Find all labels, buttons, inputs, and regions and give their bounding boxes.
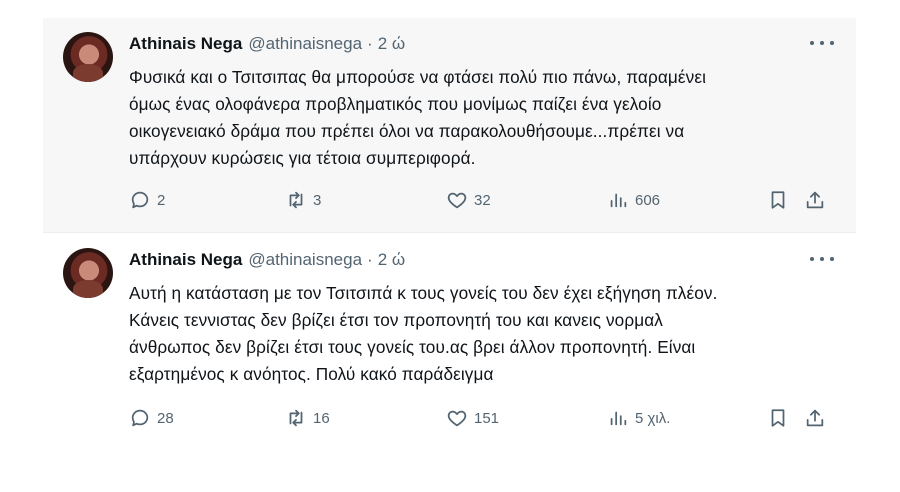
bookmark-icon: [771, 409, 785, 427]
reply-count: 2: [157, 191, 166, 209]
views-button[interactable]: 606: [607, 186, 660, 214]
tweet-text: Φυσικά και ο Τσιτσιπας θα μπορούσε να φτ…: [129, 64, 834, 172]
avatar[interactable]: [63, 248, 113, 298]
repost-button[interactable]: 3: [285, 186, 321, 214]
reply-count: 28: [157, 409, 174, 427]
repost-icon: [289, 409, 303, 427]
reply-button[interactable]: 2: [129, 186, 165, 214]
views-count: 5 χιλ.: [635, 409, 671, 427]
author-handle[interactable]: @athinaisnega: [248, 34, 362, 54]
tweet-text-line: οικογενειακό δράμα που πρέπει όλοι να πα…: [129, 121, 685, 141]
author-handle[interactable]: @athinaisnega: [248, 250, 362, 270]
repost-count: 3: [313, 191, 322, 209]
tweet-actions: 28 16 151 5 χιλ.: [129, 404, 834, 432]
more-icon[interactable]: [810, 34, 834, 52]
author-name[interactable]: Athinais Nega: [129, 250, 242, 270]
tweet-text-line: Φυσικά και ο Τσιτσιπας θα μπορούσε να φτ…: [129, 67, 707, 87]
tweet-text-line: υπάρχουν κυρώσεις για τέτοια συμπεριφορά…: [129, 148, 476, 168]
tweet-timestamp[interactable]: 2 ώ: [378, 250, 405, 270]
like-icon: [447, 192, 467, 209]
reply-icon: [131, 409, 149, 427]
bookmark-button[interactable]: [767, 186, 789, 214]
like-button[interactable]: 151: [446, 404, 499, 432]
reply-button[interactable]: 28: [129, 404, 174, 432]
header-separator: ·: [367, 250, 373, 269]
like-count: 151: [474, 409, 500, 427]
bookmark-icon: [771, 191, 785, 209]
tweet-text-line: εξαρτημένος κ ανόητος. Πολύ κακό παράδει…: [129, 364, 494, 384]
tweet-card[interactable]: Athinais Nega @athinaisnega · 2 ώ Φυσικά…: [43, 18, 856, 233]
repost-count: 16: [313, 409, 330, 427]
tweet-text-line: άνθρωπος δεν βρίζει έτσι τους γονείς του…: [129, 337, 696, 357]
repost-icon: [289, 191, 303, 209]
share-button[interactable]: [804, 186, 826, 214]
like-count: 32: [474, 191, 491, 209]
tweet-text-line: Κάνεις τεννιστας δεν βρίζει έτσι τον προ…: [129, 310, 663, 330]
header-separator: ·: [367, 34, 373, 53]
avatar[interactable]: [63, 32, 113, 82]
like-icon: [447, 410, 467, 427]
tweet-header: Athinais Nega @athinaisnega · 2 ώ: [129, 248, 405, 272]
tweet-text-line: όμως ένας ολοφάνερα προβληματικός που μο…: [129, 94, 662, 114]
tweet-text-line: Αυτή η κατάσταση με τον Τσιτσιπά κ τους …: [129, 283, 718, 303]
tweet-card[interactable]: Athinais Nega @athinaisnega · 2 ώ Αυτή η…: [43, 234, 856, 446]
more-icon[interactable]: [810, 250, 834, 268]
tweet-header: Athinais Nega @athinaisnega · 2 ώ: [129, 32, 405, 56]
share-button[interactable]: [804, 404, 826, 432]
views-count: 606: [635, 191, 661, 209]
views-icon: [610, 193, 627, 208]
views-icon: [610, 411, 627, 426]
views-button[interactable]: 5 χιλ.: [607, 404, 670, 432]
bookmark-button[interactable]: [767, 404, 789, 432]
repost-button[interactable]: 16: [285, 404, 330, 432]
tweet-timestamp[interactable]: 2 ώ: [378, 34, 405, 54]
reply-icon: [131, 191, 149, 209]
share-icon: [806, 191, 824, 209]
author-name[interactable]: Athinais Nega: [129, 34, 242, 54]
share-icon: [806, 409, 824, 427]
like-button[interactable]: 32: [446, 186, 491, 214]
tweet-actions: 2 3 32 606: [129, 186, 834, 214]
tweet-text: Αυτή η κατάσταση με τον Τσιτσιπά κ τους …: [129, 280, 834, 388]
